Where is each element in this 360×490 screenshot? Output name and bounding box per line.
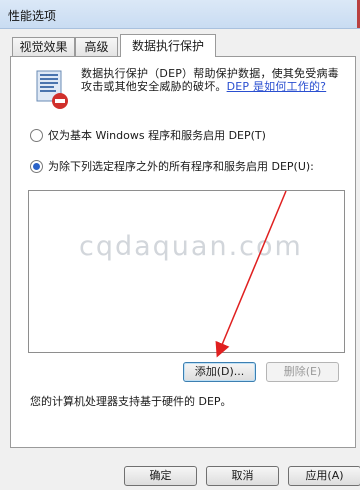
tab-visual-effects[interactable]: 视觉效果 bbox=[12, 37, 75, 56]
radio-all-label: 为除下列选定程序之外的所有程序和服务启用 DEP(U): bbox=[48, 160, 314, 173]
watermark: cqdaquan.com bbox=[79, 231, 303, 262]
radio-basic-option[interactable]: 仅为基本 Windows 程序和服务启用 DEP(T) bbox=[30, 127, 266, 143]
hardware-dep-note: 您的计算机处理器支持基于硬件的 DEP。 bbox=[30, 395, 232, 408]
title-bar: 性能选项 bbox=[0, 0, 360, 29]
ok-button[interactable]: 确定 bbox=[124, 466, 197, 486]
add-button[interactable]: 添加(D)... bbox=[183, 362, 256, 382]
dep-help-link[interactable]: DEP 是如何工作的? bbox=[227, 80, 327, 93]
tab-dep[interactable]: 数据执行保护 bbox=[120, 34, 216, 57]
window-title: 性能选项 bbox=[8, 9, 57, 23]
radio-icon[interactable] bbox=[30, 128, 43, 142]
dep-panel: 数据执行保护（DEP）帮助保护数据，使其免受病毒攻击或其他安全威胁的破坏。DEP… bbox=[10, 56, 356, 448]
radio-selected-icon[interactable] bbox=[30, 159, 43, 173]
apply-button[interactable]: 应用(A) bbox=[288, 466, 360, 486]
radio-basic-label: 仅为基本 Windows 程序和服务启用 DEP(T) bbox=[48, 129, 266, 142]
radio-all-option[interactable]: 为除下列选定程序之外的所有程序和服务启用 DEP(U): bbox=[30, 158, 314, 174]
remove-button[interactable]: 删除(E) bbox=[266, 362, 339, 382]
tab-advanced[interactable]: 高级 bbox=[75, 37, 118, 56]
cancel-button[interactable]: 取消 bbox=[206, 466, 279, 486]
dep-shield-icon bbox=[36, 70, 68, 109]
dep-description: 数据执行保护（DEP）帮助保护数据，使其免受病毒攻击或其他安全威胁的破坏。DEP… bbox=[81, 67, 349, 93]
excluded-programs-list[interactable]: cqdaquan.com bbox=[28, 190, 345, 353]
